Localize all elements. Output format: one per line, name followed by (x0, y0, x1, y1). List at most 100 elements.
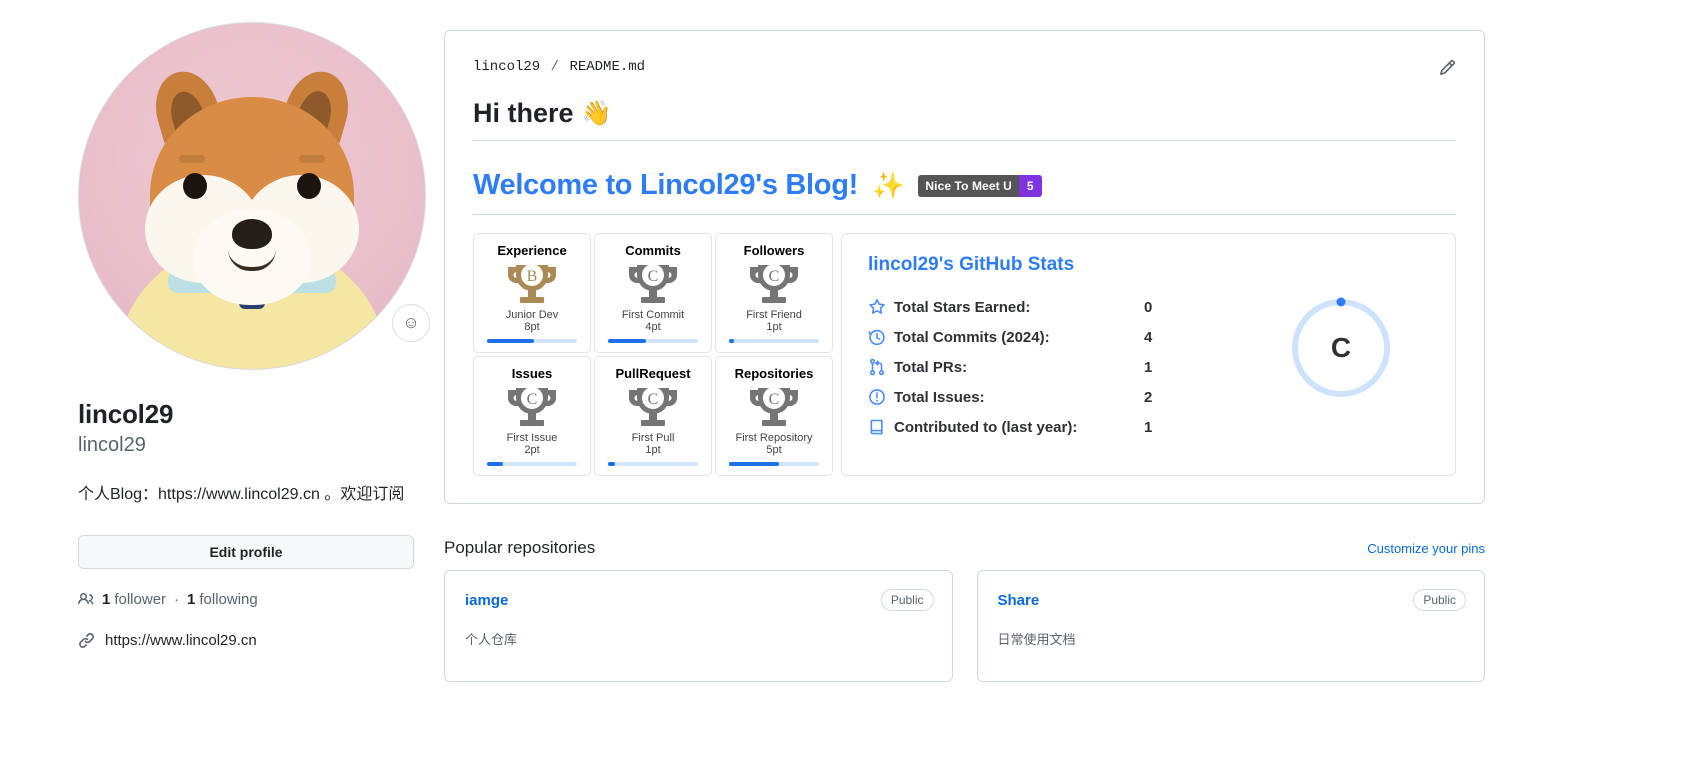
popular-repositories-title: Popular repositories (444, 538, 596, 557)
readme-heading-1: Hi there 👋 (473, 98, 1456, 141)
breadcrumb-separator: / (550, 59, 560, 75)
stat-value: 0 (1144, 298, 1153, 316)
stat-label: Total Stars Earned: (894, 298, 1031, 316)
svg-text:B: B (527, 268, 538, 285)
stat-value: 1 (1144, 418, 1153, 436)
repository-name[interactable]: iamge (465, 592, 508, 609)
edit-readme-icon[interactable] (1439, 59, 1456, 76)
readme-heading-2-text: Welcome to Lincol29's Blog! (473, 169, 858, 201)
stat-label: Total Commits (2024): (894, 328, 1050, 346)
trophy-icon: B (508, 264, 556, 303)
trophy-subtitle: Junior Dev (505, 309, 559, 321)
meta-separator: · (174, 590, 180, 608)
wave-emoji-icon: 👋 (581, 100, 612, 127)
set-status-icon[interactable]: ☺ (392, 304, 430, 342)
star-icon (868, 298, 894, 316)
website-link[interactable]: https://www.lincol29.cn (105, 632, 257, 649)
people-icon (78, 591, 94, 607)
trophy-icon: C (629, 387, 677, 426)
avatar[interactable] (78, 22, 426, 370)
followers-label[interactable]: follower (114, 591, 166, 608)
visitor-badge-label: Nice To Meet U (918, 174, 1019, 197)
stat-value: 2 (1144, 388, 1153, 406)
profile-sidebar: ☺ lincol29 lincol29 个人Blog：https://www.l… (0, 0, 444, 781)
github-profile-page: ☺ lincol29 lincol29 个人Blog：https://www.l… (0, 0, 1690, 781)
trophy-subtitle: First Repository (735, 432, 813, 444)
trophy-title: Repositories (734, 366, 814, 381)
readme-heading-2: Welcome to Lincol29's Blog! ✨ Nice To Me… (473, 169, 1456, 215)
trophy-points: 2pt (524, 444, 540, 456)
issue-opened-icon (868, 388, 894, 406)
customize-pins-link[interactable]: Customize your pins (1367, 541, 1485, 556)
svg-text:C: C (648, 268, 659, 285)
clock-history-icon (868, 328, 894, 346)
sparkles-emoji-icon: ✨ (872, 170, 905, 200)
trophy-icon: C (508, 387, 556, 426)
trophy-icon: C (750, 387, 798, 426)
trophy-title: Issues (511, 366, 553, 381)
website-row: https://www.lincol29.cn (78, 632, 414, 649)
readme-body: Experience B Junior Dev 8pt Commits C Fi… (473, 233, 1456, 479)
readme-heading-1-text: Hi there (473, 98, 574, 128)
stat-value: 4 (1144, 328, 1153, 346)
trophy-subtitle: First Friend (746, 309, 802, 321)
trophy-points: 8pt (524, 321, 540, 333)
trophy-points: 4pt (645, 321, 661, 333)
stat-label: Total Issues: (894, 388, 985, 406)
main-content: lincol29 / README.md Hi there 👋 Welcome … (444, 0, 1690, 781)
trophy-card: Commits C First Commit 4pt (594, 233, 712, 353)
trophy-card: Experience B Junior Dev 8pt (473, 233, 591, 353)
edit-profile-button[interactable]: Edit profile (78, 534, 414, 569)
link-icon (78, 632, 95, 649)
trophy-card: Issues C First Issue 2pt (473, 356, 591, 476)
readme-header: lincol29 / README.md (473, 59, 1456, 76)
github-trophies: Experience B Junior Dev 8pt Commits C Fi… (473, 233, 833, 479)
trophy-icon: C (629, 264, 677, 303)
stat-label: Total PRs: (894, 358, 968, 376)
repository-card[interactable]: iamge Public 个人仓库 (444, 570, 953, 682)
rank-circle: C (1289, 296, 1393, 400)
svg-text:C: C (527, 391, 538, 408)
trophy-title: Commits (625, 243, 681, 258)
trophy-icon: C (750, 264, 798, 303)
trophy-subtitle: First Commit (621, 309, 685, 321)
breadcrumb-owner[interactable]: lincol29 (473, 59, 540, 75)
profile-bio: 个人Blog：https://www.lincol29.cn 。欢迎订阅 (78, 485, 405, 503)
profile-readme-card: lincol29 / README.md Hi there 👋 Welcome … (444, 30, 1485, 504)
trophy-title: Followers (743, 243, 805, 258)
stat-row: Contributed to (last year): 1 (868, 412, 1433, 442)
repository-header: Share Public (998, 589, 1466, 611)
repositories-header: Popular repositories Customize your pins (444, 538, 1485, 558)
followers-row: 1 follower · 1 following (78, 591, 414, 608)
following-count[interactable]: 1 (187, 591, 195, 608)
repository-visibility-badge: Public (880, 589, 934, 611)
trophy-card: PullRequest C First Pull 1pt (594, 356, 712, 476)
github-stats-title: lincol29's GitHub Stats (868, 254, 1075, 275)
trophy-title: Experience (497, 243, 567, 258)
repository-name[interactable]: Share (998, 592, 1040, 609)
trophy-subtitle: First Issue (506, 432, 558, 444)
profile-name: lincol29 (78, 399, 174, 429)
followers-count[interactable]: 1 (102, 591, 110, 608)
trophy-card: Followers C First Friend 1pt (715, 233, 833, 353)
repo-icon (868, 418, 894, 436)
rank-letter: C (1330, 332, 1352, 363)
repository-header: iamge Public (465, 589, 934, 611)
svg-text:C: C (648, 391, 659, 408)
stat-value: 1 (1144, 358, 1153, 376)
svg-text:C: C (769, 391, 780, 408)
pull-request-icon (868, 358, 894, 376)
breadcrumb-file[interactable]: README.md (569, 59, 645, 75)
trophy-points: 1pt (766, 321, 782, 333)
trophy-points: 5pt (766, 444, 782, 456)
following-label[interactable]: following (199, 591, 257, 608)
profile-login: lincol29 (78, 433, 146, 456)
repository-description: 日常使用文档 (997, 632, 1076, 647)
stat-label: Contributed to (last year): (894, 418, 1078, 436)
github-stats-card: lincol29's GitHub Stats Total Stars Earn… (841, 233, 1456, 476)
repository-grid: iamge Public 个人仓库 Share Public 日常使用文档 (444, 570, 1485, 682)
avatar-container: ☺ (78, 22, 430, 370)
trophy-subtitle: First Pull (631, 432, 675, 444)
trophy-title: PullRequest (615, 366, 691, 381)
repository-card[interactable]: Share Public 日常使用文档 (976, 570, 1485, 682)
